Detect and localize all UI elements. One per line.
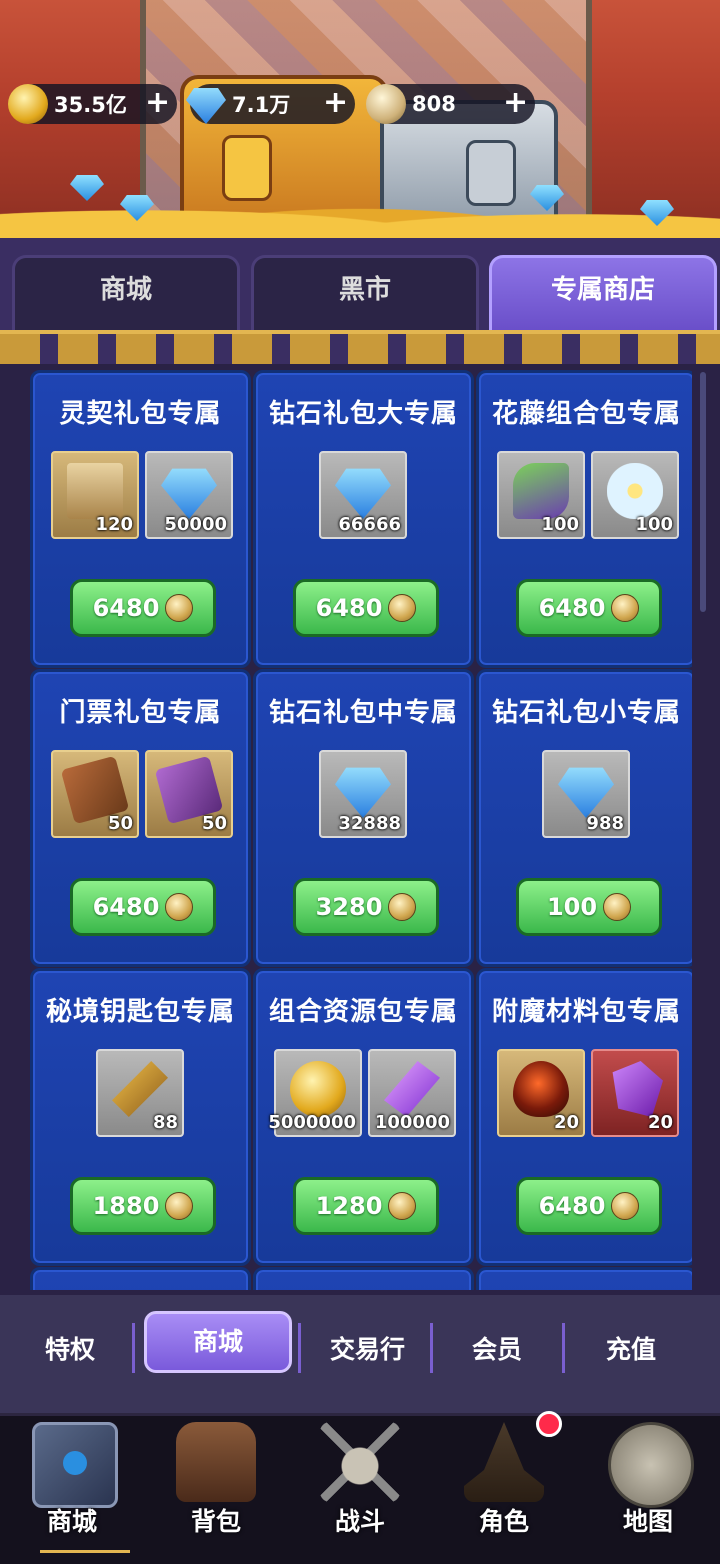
scrollbar[interactable] xyxy=(700,372,706,612)
silver-coin-icon xyxy=(603,893,632,921)
product-card: 门票礼包专属 50 50 6480 xyxy=(30,669,251,967)
wizard-hat-icon xyxy=(464,1422,544,1502)
currency-gold-value: 35.5亿 xyxy=(54,93,127,117)
currency-silver-value: 808 xyxy=(412,92,456,116)
product-card xyxy=(253,1267,474,1290)
skull-swords-icon xyxy=(320,1422,400,1502)
tab-mall[interactable]: 商城 xyxy=(12,255,240,330)
key-icon[interactable]: 88 xyxy=(96,1049,184,1137)
purple-ore-icon[interactable]: 20 xyxy=(591,1049,679,1137)
coin-pile xyxy=(0,183,720,238)
product-card: 组合资源包专属 5000000 100000 1280 xyxy=(253,968,474,1266)
product-title: 钻石礼包大专属 xyxy=(268,399,458,429)
tab-black-market[interactable]: 黑市 xyxy=(251,255,479,330)
buy-button[interactable]: 1880 xyxy=(70,1177,216,1235)
currency-diamond-value: 7.1万 xyxy=(232,93,291,117)
contract-scroll-icon[interactable]: 120 xyxy=(51,451,139,539)
buy-button[interactable]: 6480 xyxy=(293,579,439,637)
silver-coin-icon xyxy=(611,1192,640,1220)
buy-button[interactable]: 6480 xyxy=(516,579,662,637)
product-card: 钻石礼包中专属 32888 3280 xyxy=(253,669,474,967)
nav-character[interactable]: 角色 xyxy=(432,1416,576,1564)
divider xyxy=(562,1323,565,1373)
currency-diamond: 7.1万 + xyxy=(186,84,355,124)
add-gold-button[interactable]: + xyxy=(145,88,170,118)
active-indicator xyxy=(40,1550,130,1553)
product-title: 门票礼包专属 xyxy=(59,698,222,728)
subnav-privilege[interactable]: 特权 xyxy=(20,1325,120,1375)
vine-icon[interactable]: 100 xyxy=(497,451,585,539)
crystal-icon[interactable]: 100000 xyxy=(368,1049,456,1137)
backpack-icon xyxy=(176,1422,256,1502)
product-card: 灵契礼包专属 120 50000 6480 xyxy=(30,370,251,668)
subnav-membership[interactable]: 会员 xyxy=(442,1325,552,1375)
purple-ticket-icon[interactable]: 50 xyxy=(145,750,233,838)
product-title: 钻石礼包中专属 xyxy=(268,698,458,728)
product-card: 附魔材料包专属 20 20 6480 xyxy=(476,968,692,1266)
product-title: 秘境钥匙包专属 xyxy=(45,997,235,1027)
buy-button[interactable]: 1280 xyxy=(293,1177,439,1235)
nav-map[interactable]: 地图 xyxy=(576,1416,720,1564)
currency-silver: 808 + xyxy=(366,84,535,124)
buy-button[interactable]: 6480 xyxy=(70,878,216,936)
nav-battle[interactable]: 战斗 xyxy=(288,1416,432,1564)
notification-dot xyxy=(536,1411,562,1437)
buy-button[interactable]: 100 xyxy=(516,878,662,936)
divider xyxy=(132,1323,135,1373)
product-title: 钻石礼包小专属 xyxy=(491,698,681,728)
silver-coin-icon xyxy=(165,893,194,921)
divider xyxy=(430,1323,433,1373)
diamond-icon[interactable]: 66666 xyxy=(319,451,407,539)
silver-coin-icon xyxy=(388,1192,417,1220)
diamond-icon[interactable]: 988 xyxy=(542,750,630,838)
buy-button[interactable]: 3280 xyxy=(293,878,439,936)
silver-coin-icon xyxy=(165,594,194,622)
product-card: 花藤组合包专属 100 100 6480 xyxy=(476,370,692,668)
add-diamond-button[interactable]: + xyxy=(323,88,348,118)
gold-coin-icon xyxy=(8,84,48,124)
buy-button[interactable]: 6480 xyxy=(516,1177,662,1235)
egg-icon[interactable]: 20 xyxy=(497,1049,585,1137)
silver-coin-icon xyxy=(165,1192,194,1220)
ticket-icon[interactable]: 50 xyxy=(51,750,139,838)
bottom-navigation: 商城 背包 战斗 角色 地图 xyxy=(0,1413,720,1564)
silver-coin-icon xyxy=(388,893,417,921)
product-card xyxy=(30,1267,251,1290)
subnav-mall[interactable]: 商城 xyxy=(144,1311,292,1373)
product-card xyxy=(476,1267,692,1290)
book-icon xyxy=(32,1422,118,1508)
product-title: 花藤组合包专属 xyxy=(491,399,681,429)
silver-coin-icon xyxy=(388,594,417,622)
map-icon xyxy=(608,1422,694,1508)
silver-coin-icon xyxy=(611,594,640,622)
buy-button[interactable]: 6480 xyxy=(70,579,216,637)
gold-coin-icon[interactable]: 5000000 xyxy=(268,1049,362,1137)
nav-backpack[interactable]: 背包 xyxy=(144,1416,288,1564)
product-card: 钻石礼包小专属 988 100 xyxy=(476,669,692,967)
product-card: 秘境钥匙包专属 88 1880 xyxy=(30,968,251,1266)
subnav-recharge[interactable]: 充值 xyxy=(576,1325,686,1375)
tab-exclusive-shop[interactable]: 专属商店 xyxy=(489,255,717,330)
diamond-icon[interactable]: 32888 xyxy=(319,750,407,838)
product-grid: 灵契礼包专属 120 50000 6480 钻石礼包大专属 66666 6480… xyxy=(30,370,692,1290)
currency-gold: 35.5亿 + xyxy=(8,84,177,124)
flower-icon[interactable]: 100 xyxy=(591,451,679,539)
product-card: 钻石礼包大专属 66666 6480 xyxy=(253,370,474,668)
silver-coin-icon xyxy=(366,84,406,124)
diamond-icon[interactable]: 50000 xyxy=(145,451,233,539)
product-title: 灵契礼包专属 xyxy=(59,399,222,429)
divider xyxy=(298,1323,301,1373)
product-title: 附魔材料包专属 xyxy=(491,997,681,1027)
sub-navigation: 特权 商城 交易行 会员 充值 xyxy=(0,1295,720,1413)
add-silver-button[interactable]: + xyxy=(503,88,528,118)
subnav-trading-house[interactable]: 交易行 xyxy=(310,1325,425,1375)
decorative-trim xyxy=(0,330,720,364)
nav-shop[interactable]: 商城 xyxy=(0,1416,144,1564)
product-title: 组合资源包专属 xyxy=(268,997,458,1027)
